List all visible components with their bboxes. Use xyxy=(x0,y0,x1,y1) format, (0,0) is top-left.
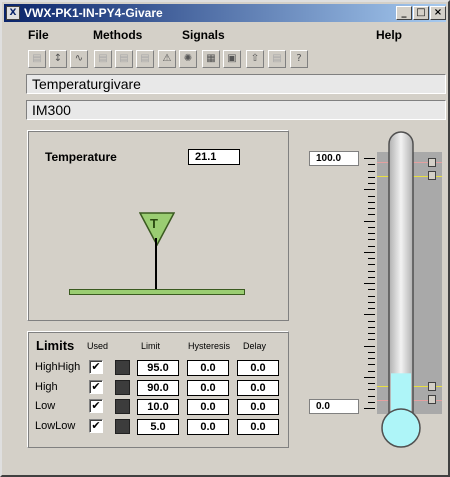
limit-color-button[interactable] xyxy=(115,419,130,434)
thermometer-icon xyxy=(381,131,421,448)
delay-input[interactable]: 0.0 xyxy=(237,360,279,376)
highhigh-limit-handle[interactable] xyxy=(428,158,436,167)
header-hysteresis: Hysteresis xyxy=(188,341,231,351)
limit-color-button[interactable] xyxy=(115,399,130,414)
title-bar[interactable]: X VWX-PK1-IN-PY4-Givare _ □ × xyxy=(4,4,446,22)
scale-min-label: 0.0 xyxy=(309,399,359,414)
main-window: X VWX-PK1-IN-PY4-Givare _ □ × File Metho… xyxy=(0,0,450,477)
used-checkbox[interactable]: ✔ xyxy=(89,419,103,433)
menu-signals[interactable]: Signals xyxy=(182,28,225,42)
delay-input[interactable]: 0.0 xyxy=(237,380,279,396)
alarm-icon[interactable]: ⚠ xyxy=(158,50,176,68)
help-icon[interactable]: ? xyxy=(290,50,308,68)
menu-methods[interactable]: Methods xyxy=(93,28,142,42)
limit-row-label: HighHigh xyxy=(35,361,81,373)
limit-input[interactable]: 5.0 xyxy=(137,419,179,435)
limit-input[interactable]: 95.0 xyxy=(137,360,179,376)
used-checkbox[interactable]: ✔ xyxy=(89,380,103,394)
delay-input[interactable]: 0.0 xyxy=(237,399,279,415)
high-limit-handle[interactable] xyxy=(428,171,436,180)
limit-color-button[interactable] xyxy=(115,380,130,395)
temperature-value: 21.1 xyxy=(188,149,240,165)
hysteresis-input[interactable]: 0.0 xyxy=(187,399,229,415)
lowlow-limit-handle[interactable] xyxy=(428,395,436,404)
hysteresis-input[interactable]: 0.0 xyxy=(187,360,229,376)
graph-icon[interactable]: ▤ xyxy=(28,50,46,68)
header-delay: Delay xyxy=(243,341,267,351)
window-title: VWX-PK1-IN-PY4-Givare xyxy=(24,6,163,20)
hysteresis-input[interactable]: 0.0 xyxy=(187,419,229,435)
delay-input[interactable]: 0.0 xyxy=(237,419,279,435)
used-checkbox[interactable]: ✔ xyxy=(89,399,103,413)
maximize-icon[interactable]: □ xyxy=(413,6,429,20)
app-icon[interactable]: X xyxy=(6,6,20,20)
table-icon[interactable]: ▤ xyxy=(115,50,133,68)
minimize-icon[interactable]: _ xyxy=(396,6,412,20)
limits-title: Limits xyxy=(36,338,75,353)
menu-file[interactable]: File xyxy=(28,28,49,42)
limit-row-label: High xyxy=(35,381,58,393)
hierarchy-icon[interactable]: ▦ xyxy=(202,50,220,68)
limit-input[interactable]: 10.0 xyxy=(137,399,179,415)
list-icon[interactable]: ▤ xyxy=(94,50,112,68)
header-used: Used xyxy=(87,341,109,351)
used-checkbox[interactable]: ✔ xyxy=(89,360,103,374)
limit-row-label: Low xyxy=(35,400,56,412)
temperature-label: Temperature xyxy=(45,150,117,164)
doc-icon[interactable]: ▤ xyxy=(136,50,154,68)
low-limit-handle[interactable] xyxy=(428,382,436,391)
sensor-pipe xyxy=(69,289,245,295)
limit-input[interactable]: 90.0 xyxy=(137,380,179,396)
menu-help[interactable]: Help xyxy=(376,28,402,42)
note-icon[interactable]: ▤ xyxy=(268,50,286,68)
window-icon[interactable]: ▣ xyxy=(223,50,241,68)
object-name-field: IM300 xyxy=(26,100,446,120)
close-icon[interactable]: × xyxy=(430,6,446,20)
limit-row-label: LowLow xyxy=(35,420,76,432)
sensor-symbol-letter: T xyxy=(150,216,158,231)
scale-max-label: 100.0 xyxy=(309,151,359,166)
trend-icon[interactable]: ↕ xyxy=(49,50,67,68)
description-field: Temperaturgivare xyxy=(26,74,446,94)
hysteresis-input[interactable]: 0.0 xyxy=(187,380,229,396)
block-icon[interactable]: ✺ xyxy=(179,50,197,68)
menu-bar: File Methods Signals Help xyxy=(4,25,446,45)
limit-color-button[interactable] xyxy=(115,360,130,375)
chart-icon[interactable]: ∿ xyxy=(70,50,88,68)
header-limit: Limit xyxy=(141,341,161,351)
sensor-stem xyxy=(155,238,157,291)
export-icon[interactable]: ⇧ xyxy=(246,50,264,68)
